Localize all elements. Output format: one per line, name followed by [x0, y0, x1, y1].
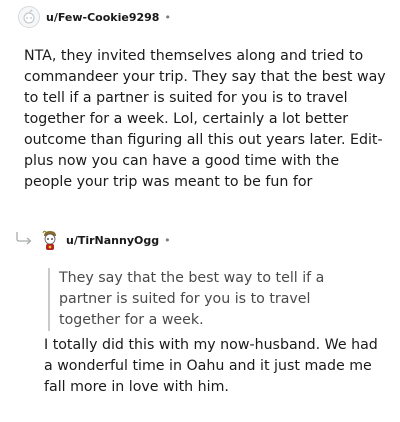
reply-arrow-icon — [16, 232, 32, 245]
meta-separator: • — [164, 233, 171, 247]
snoo-avatar-icon[interactable] — [18, 6, 40, 28]
custom-avatar-icon[interactable] — [38, 228, 62, 252]
meta-separator: • — [164, 10, 171, 24]
reply-blockquote: They say that the best way to tell if a … — [48, 268, 359, 331]
parent-comment-header: u/Few-Cookie9298 • — [18, 6, 171, 28]
reply-username-link[interactable]: u/TirNannyOgg — [66, 234, 159, 247]
reply-comment-body: I totally did this with my now-husband. … — [44, 337, 378, 395]
reply-comment-header: u/TirNannyOgg • — [38, 228, 171, 252]
parent-comment-body: NTA, they invited themselves along and t… — [24, 48, 386, 190]
parent-username-link[interactable]: u/Few-Cookie9298 — [46, 11, 159, 24]
